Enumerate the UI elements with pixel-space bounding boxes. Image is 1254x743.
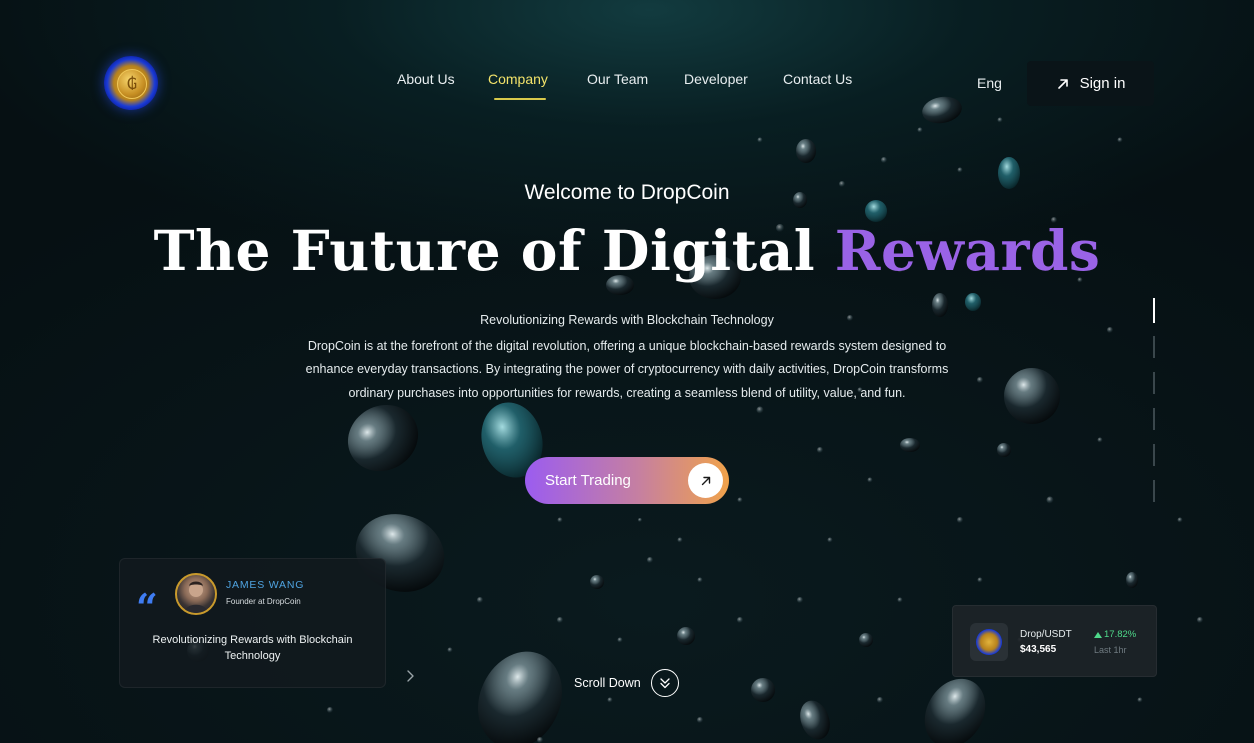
start-trading-label: Start Trading: [545, 472, 631, 489]
testimonial-role: Founder at DropCoin: [226, 597, 301, 606]
price-change: 17.82%: [1094, 629, 1136, 640]
triangle-up-icon: [1094, 631, 1102, 638]
nav-item-company[interactable]: Company: [488, 71, 548, 87]
double-chevron-down-icon: [650, 669, 679, 697]
dropcoin-logo[interactable]: ₲: [104, 56, 158, 110]
testimonial-name: JAMES WANG: [226, 579, 305, 591]
hero-title-accent: Rewards: [834, 218, 1101, 283]
quote-icon: “: [136, 585, 158, 630]
sign-in-label: Sign in: [1079, 75, 1126, 92]
change-period: Last 1hr: [1094, 645, 1127, 655]
nav-item-contact-us[interactable]: Contact Us: [783, 71, 852, 87]
sign-in-button[interactable]: Sign in: [1027, 61, 1154, 106]
avatar: [175, 573, 217, 615]
scroll-down-label: Scroll Down: [574, 676, 641, 690]
landing-page: ₲ About Us Company Our Team Developer Co…: [0, 0, 1254, 743]
chevron-right-icon[interactable]: [404, 667, 418, 685]
testimonial-quote: Revolutionizing Rewards with Blockchain …: [152, 634, 353, 662]
price-change-value: 17.82%: [1104, 629, 1137, 640]
hero-subheading: Revolutionizing Rewards with Blockchain …: [480, 313, 774, 327]
hero-description: DropCoin is at the forefront of the digi…: [305, 339, 949, 400]
coin-thumbnail: [970, 623, 1008, 661]
hero-title-main: The Future of Digital: [153, 218, 835, 283]
welcome-heading: Welcome to DropCoin: [524, 181, 730, 204]
nav-item-our-team[interactable]: Our Team: [587, 71, 648, 87]
coin-icon: [976, 629, 1002, 655]
nav-item-about-us[interactable]: About Us: [397, 71, 455, 87]
hero-title: The Future of Digital Rewards: [0, 218, 1254, 283]
price-ticker-card[interactable]: Drop/USDT $43,565 17.82% Last 1hr: [952, 605, 1157, 677]
slide-indicator: [1153, 298, 1155, 502]
start-trading-button[interactable]: Start Trading: [525, 457, 729, 504]
testimonial-card: “ JAMES WANG Founder at DropCoin Revolut…: [119, 558, 386, 688]
arrow-up-right-icon: [701, 476, 710, 485]
coin-icon: ₲: [117, 69, 147, 99]
nav-item-developer[interactable]: Developer: [684, 71, 748, 87]
ticker-price: $43,565: [1020, 644, 1057, 655]
language-selector[interactable]: Eng: [977, 75, 1002, 91]
trading-pair: Drop/USDT: [1020, 629, 1072, 640]
scroll-down-button[interactable]: Scroll Down: [574, 669, 679, 697]
person-avatar-icon: [184, 581, 208, 613]
cta-arrow-circle: [688, 463, 723, 498]
arrow-up-right-icon: [1057, 78, 1068, 89]
active-nav-indicator: [494, 98, 546, 100]
